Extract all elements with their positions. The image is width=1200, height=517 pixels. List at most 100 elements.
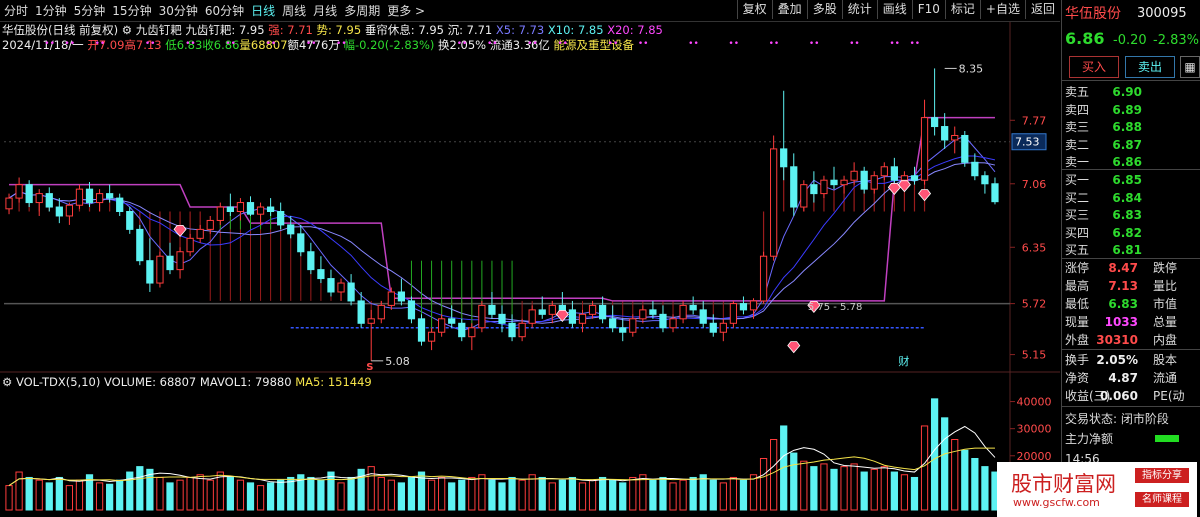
stat-row-3-value: 1033 (1104, 315, 1138, 329)
candle-body-9 (95, 193, 104, 204)
candle-body-53 (538, 309, 546, 315)
net-flow-bar (1155, 435, 1179, 442)
volume-bar-6 (65, 485, 74, 511)
bid-row-3-label: 买四 (1065, 225, 1090, 240)
stat-row-4-right-label: 内盘 (1153, 333, 1178, 347)
price-tick-label-0: 7.77 (1022, 114, 1047, 127)
candle-body-36 (367, 318, 375, 324)
vol-tick-label-1: 30000 (1017, 423, 1052, 436)
stat-row-3: 现量 1033 总量 (1065, 313, 1200, 331)
candlestick-chart[interactable]: 7.77 7.06 6.35 5.72 5.15 7.53 •• •• •• •• •• •• •• ••… (0, 0, 1060, 517)
candle-body-79 (800, 184, 808, 208)
volume-bar-61 (619, 482, 627, 511)
stat2-row-1-value: 4.87 (1108, 371, 1138, 385)
ask-row-1: 卖四 6.89 (1065, 101, 1200, 119)
buy-button[interactable]: 买入 (1069, 56, 1119, 78)
stat-row-0-label: 涨停 (1065, 261, 1090, 275)
top-marker-17: •• (769, 39, 780, 49)
candle-body-44 (448, 318, 456, 324)
candle-body-20 (206, 219, 214, 230)
volume-bar-37 (377, 476, 385, 511)
ask-row-3-label: 卖二 (1065, 137, 1090, 152)
volume-bar-23 (236, 479, 245, 511)
vol-mavol: MAVOL1: 79880 (199, 375, 292, 389)
candle-body-28 (287, 224, 295, 235)
bid-row-3: 买四 6.82 (1065, 224, 1200, 242)
candle-body-58 (588, 304, 597, 315)
volume-bar-65 (659, 476, 667, 511)
candle-body-61 (619, 327, 627, 333)
quote-panel: 华伍股份 300095 6.86 -0.20 -2.83% 买入 卖出 ▦ 卖五… (1061, 0, 1200, 517)
candle-body-62 (629, 318, 637, 333)
volume-bar-47 (478, 474, 486, 511)
volume-bar-51 (518, 479, 526, 511)
volume-bar-20 (206, 479, 214, 511)
grid-icon[interactable]: ▦ (1180, 56, 1200, 78)
top-marker-21: •• (909, 39, 920, 49)
volume-bar-19 (196, 474, 204, 511)
candle-body-12 (126, 211, 134, 230)
top-marker-10: •• (487, 39, 498, 49)
volume-bar-0 (5, 485, 13, 511)
s-flag: S (366, 362, 373, 373)
sell-button[interactable]: 卖出 (1125, 56, 1175, 78)
candle-body-34 (347, 282, 355, 302)
candle-body-6 (65, 204, 74, 217)
candle-body-29 (297, 233, 305, 253)
candle-body-90 (910, 175, 919, 181)
candle-body-95 (961, 134, 969, 163)
volume-bar-78 (790, 452, 798, 511)
stat-row-0-value: 8.47 (1108, 261, 1138, 275)
bid-row-2-label: 买三 (1065, 208, 1090, 222)
vol-indicator-name: VOL-TDX(5,10) (15, 375, 101, 389)
candle-body-0 (5, 197, 13, 210)
stat-row-4: 外盘 30310 内盘 (1065, 331, 1200, 349)
ask-row-2-label: 卖三 (1065, 120, 1090, 134)
volume-bar-86 (870, 468, 878, 511)
volume-bar-89 (900, 474, 909, 511)
candle-body-59 (598, 304, 607, 320)
volume-bar-97 (981, 466, 989, 511)
candle-body-54 (548, 304, 556, 315)
stat2-row-0: 换手 2.05% 股本 (1065, 351, 1200, 369)
stat2-row-2: 收益(三) 0.060 PE(动 (1065, 387, 1200, 405)
top-marker-4: •• (185, 39, 196, 49)
candle-body-21 (216, 206, 224, 221)
trade-status: 交易状态: 闭市阶段 (1065, 412, 1169, 426)
candle-body-94 (951, 134, 959, 141)
price-line: 6.86 -0.20 -2.83% (1065, 30, 1200, 52)
low-marker-label: 5.08 (385, 355, 410, 368)
candle-body-26 (266, 206, 275, 212)
volume-bar-80 (810, 466, 818, 511)
ask-row-1-value: 6.89 (1112, 102, 1142, 117)
candle-body-48 (488, 304, 496, 315)
diamond-marker-0 (173, 224, 187, 238)
price-tick-label-4: 5.15 (1022, 349, 1047, 362)
stat-row-0-right-label: 跌停 (1153, 261, 1178, 275)
candle-body-37 (377, 304, 385, 320)
ask-row-3-value: 6.87 (1112, 137, 1142, 152)
volume-bar-38 (387, 479, 395, 511)
watermark: 股市财富网 www.gscfw.com 指标分享 名师课程 (997, 462, 1197, 517)
stat-row-4-label: 外盘 (1065, 333, 1090, 347)
ask-row-0-label: 卖五 (1065, 85, 1090, 99)
volume-bar-48 (488, 479, 496, 511)
volume-bar-10 (106, 483, 114, 511)
candle-body-87 (880, 166, 888, 177)
volume-bar-57 (578, 482, 587, 511)
stat-row-2-label: 最低 (1065, 297, 1090, 311)
stat-row-2: 最低 6.83 市值 (1065, 295, 1200, 313)
candle-body-83 (840, 179, 848, 186)
volume-bar-55 (558, 479, 566, 511)
stat-row-1-right-label: 量比 (1153, 279, 1178, 293)
candle-body-67 (679, 304, 687, 320)
range-label: 5.75 - 5.78 (808, 302, 863, 313)
stat-row-1: 最高 7.13 量比 (1065, 277, 1200, 295)
vol-settings-icon[interactable]: ⚙ (2, 375, 12, 389)
volume-bar-25 (256, 485, 265, 511)
bid-row-1-value: 6.84 (1112, 190, 1142, 205)
top-marker-11: •• (527, 39, 538, 49)
candle-body-93 (941, 126, 949, 141)
ask-row-2-value: 6.88 (1112, 120, 1142, 134)
volume-bar-3 (35, 479, 43, 511)
